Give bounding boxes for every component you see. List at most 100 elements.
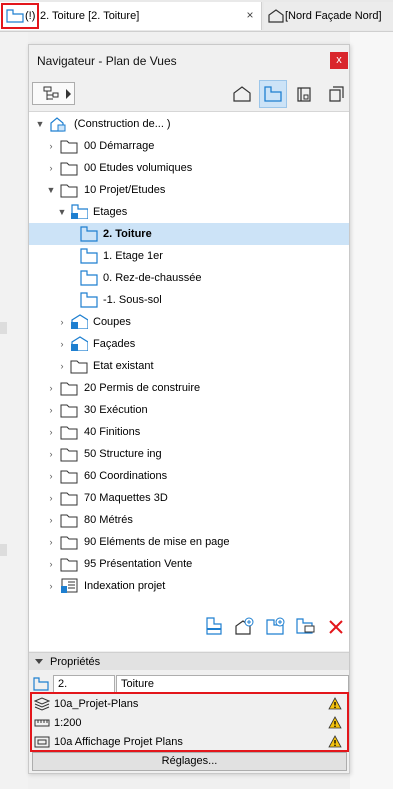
expand-arrow-icon[interactable]: ›	[57, 361, 67, 371]
tree-item-coupes[interactable]: › Coupes	[29, 311, 349, 333]
tree-item-0-rdc[interactable]: 0. Rez-de-chaussée	[29, 267, 349, 289]
expand-arrow-icon[interactable]: ›	[46, 515, 56, 525]
folder-icon	[60, 382, 78, 396]
tree-item-70-maquettes[interactable]: › 70 Maquettes 3D	[29, 487, 349, 509]
tab-close-button[interactable]: ×	[243, 8, 257, 22]
expand-arrow-icon[interactable]: ›	[46, 405, 56, 415]
tree-item-facades[interactable]: › Façades	[29, 333, 349, 355]
view-map-dropdown[interactable]	[32, 82, 75, 105]
floor-plan-icon	[80, 292, 98, 308]
publisher-sets-button[interactable]	[322, 80, 350, 108]
project-root-icon	[50, 117, 66, 132]
expand-arrow-icon[interactable]: ›	[46, 449, 56, 459]
tree-item-label: 95 Présentation Vente	[84, 558, 193, 570]
expand-arrow-icon[interactable]: ›	[46, 471, 56, 481]
floor-plan-icon	[80, 270, 98, 286]
expand-arrow-icon[interactable]: ›	[46, 537, 56, 547]
tree-item-indexation[interactable]: › Indexation projet	[29, 575, 349, 597]
properties-id-row: 2. Toiture	[29, 675, 349, 693]
tree-item-10-projet[interactable]: ▼ 10 Projet/Etudes	[29, 179, 349, 201]
tree-item-1-etage[interactable]: 1. Etage 1er	[29, 245, 349, 267]
background-marker	[0, 322, 7, 334]
view-id-field[interactable]: 2.	[53, 675, 115, 693]
tree-item-etat-existant[interactable]: › Etat existant	[29, 355, 349, 377]
clone-icon[interactable]	[295, 616, 317, 636]
expand-arrow-icon[interactable]: ›	[57, 339, 67, 349]
new-clone-folder-icon[interactable]	[265, 616, 287, 636]
background-canvas-left	[0, 32, 28, 789]
tree-item-label: 2. Toiture	[103, 228, 152, 240]
expand-arrow-icon[interactable]: ›	[46, 493, 56, 503]
tree-item-label: 30 Exécution	[84, 404, 148, 416]
tree-item-50-structure[interactable]: › 50 Structure ing	[29, 443, 349, 465]
tree-item-root[interactable]: ▼ (Construction de... )	[29, 113, 349, 135]
panel-close-button[interactable]: x	[330, 52, 348, 69]
elevation-icon	[268, 9, 284, 23]
tree-item-95-presentation[interactable]: › 95 Présentation Vente	[29, 553, 349, 575]
folder-icon	[60, 536, 78, 550]
tree-item-80-metres[interactable]: › 80 Métrés	[29, 509, 349, 531]
collapse-arrow-icon[interactable]: ▼	[46, 185, 56, 195]
layout-book-icon	[297, 87, 311, 102]
folder-icon	[70, 360, 88, 374]
tree-item-label: 1. Etage 1er	[103, 250, 163, 262]
tree-item-20-permis[interactable]: › 20 Permis de construire	[29, 377, 349, 399]
expand-arrow-icon[interactable]: ›	[46, 383, 56, 393]
floor-plan-icon	[6, 9, 24, 23]
tree-item-00-etudes[interactable]: › 00 Etudes volumiques	[29, 157, 349, 179]
view-tree: ▼ (Construction de... ) › 00 Démarrage ›…	[29, 111, 349, 651]
warning-icon	[328, 735, 342, 748]
settings-button[interactable]: Réglages...	[32, 752, 347, 771]
tree-item-30-execution[interactable]: › 30 Exécution	[29, 399, 349, 421]
tree-item-label: (Construction de... )	[74, 118, 171, 130]
collapse-arrow-icon[interactable]: ▼	[35, 119, 45, 129]
tree-item-2-toiture[interactable]: 2. Toiture	[29, 223, 349, 245]
expand-arrow-icon[interactable]: ›	[46, 141, 56, 151]
layout-book-button[interactable]	[291, 80, 319, 108]
tree-item-label: 70 Maquettes 3D	[84, 492, 168, 504]
tree-item-00-demarrage[interactable]: › 00 Démarrage	[29, 135, 349, 157]
sections-icon	[71, 314, 88, 329]
view-name-field[interactable]: Toiture	[116, 675, 349, 693]
model-view-options-row[interactable]: 10a Affichage Projet Plans	[32, 733, 347, 751]
expand-arrow-icon[interactable]: ›	[46, 559, 56, 569]
project-map-button[interactable]	[228, 80, 256, 108]
warning-icon	[328, 697, 342, 710]
properties-title: Propriétés	[50, 656, 101, 668]
folder-icon	[60, 492, 78, 506]
expand-arrow-icon[interactable]: ›	[57, 317, 67, 327]
new-view-icon[interactable]	[234, 616, 256, 636]
layer-combination-row[interactable]: 10a_Projet-Plans	[32, 695, 347, 713]
expand-arrow-icon[interactable]: ›	[46, 427, 56, 437]
view-settings-highlight: 10a_Projet-Plans 1:200 10a Affichage Pro…	[30, 692, 349, 752]
expand-arrow-icon[interactable]: ›	[46, 581, 56, 591]
tree-item-label: 80 Métrés	[84, 514, 133, 526]
tab-nord-facade[interactable]: [Nord Façade Nord]	[264, 2, 393, 30]
delete-icon[interactable]	[325, 617, 347, 637]
new-folder-icon[interactable]	[204, 616, 226, 636]
folder-icon	[60, 558, 78, 572]
tab-label: 2. Toiture [2. Toiture]	[40, 10, 140, 22]
tab-2-toiture[interactable]: (!) 2. Toiture [2. Toiture] ×	[0, 2, 262, 30]
tree-item-60-coordinations[interactable]: › 60 Coordinations	[29, 465, 349, 487]
tree-item-label: 0. Rez-de-chaussée	[103, 272, 202, 284]
tree-item-etages[interactable]: ▼ Etages	[29, 201, 349, 223]
collapse-arrow-icon[interactable]: ▼	[57, 207, 67, 217]
floor-plan-icon	[33, 677, 49, 691]
tree-item-sous-sol[interactable]: -1. Sous-sol	[29, 289, 349, 311]
folder-icon	[60, 404, 78, 418]
scale-row[interactable]: 1:200	[32, 714, 347, 732]
navigator-panel: Navigateur - Plan de Vues x ▼ (Construct…	[28, 44, 350, 774]
tree-item-40-finitions[interactable]: › 40 Finitions	[29, 421, 349, 443]
properties-header[interactable]: Propriétés	[29, 652, 349, 670]
tab-label: [Nord Façade Nord]	[285, 10, 382, 22]
house-icon	[233, 86, 251, 102]
tree-item-label: Etat existant	[93, 360, 154, 372]
expand-arrow-icon[interactable]: ›	[46, 163, 56, 173]
floor-plan-icon	[80, 248, 98, 264]
view-map-button[interactable]	[259, 80, 287, 108]
tree-item-90-elements[interactable]: › 90 Eléments de mise en page	[29, 531, 349, 553]
tree-item-label: 40 Finitions	[84, 426, 141, 438]
folder-icon	[60, 448, 78, 462]
index-icon	[61, 578, 78, 593]
